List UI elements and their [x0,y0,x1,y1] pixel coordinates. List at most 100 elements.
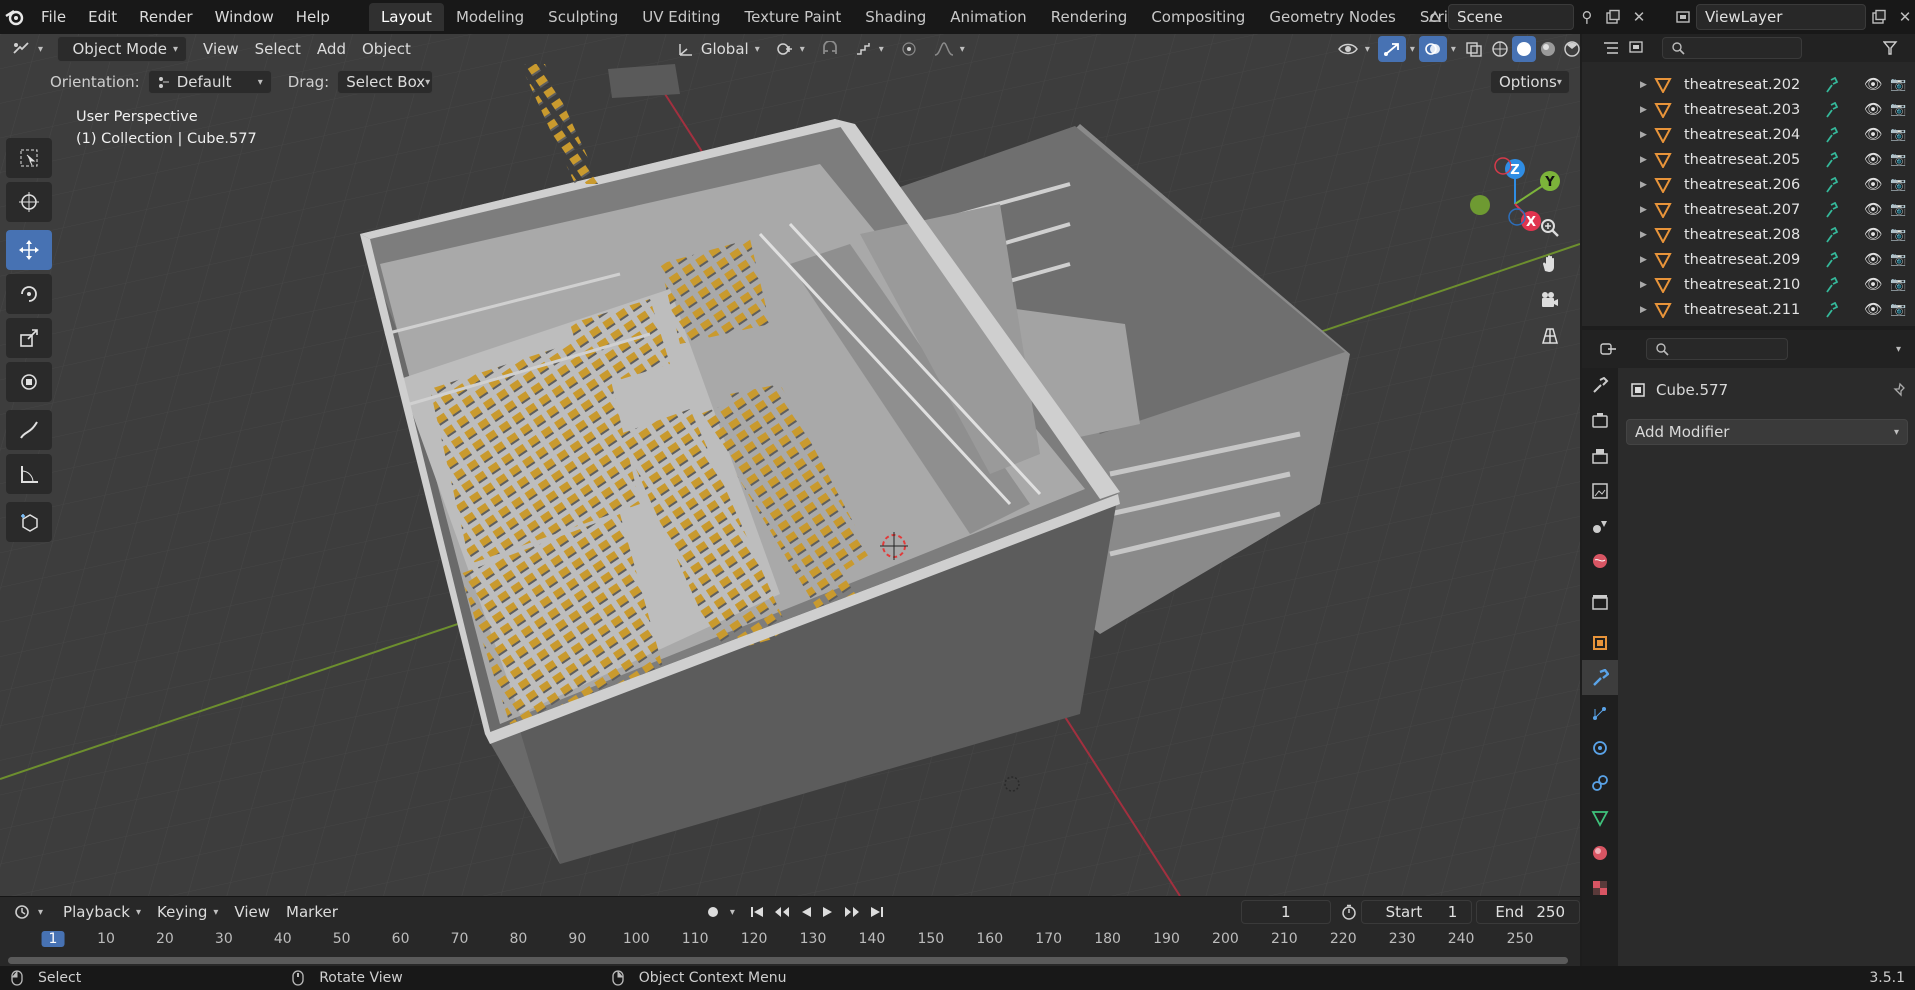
render-camera-icon[interactable]: 📷 [1890,227,1906,242]
expand-arrow-icon[interactable]: ▶ [1640,155,1654,165]
visibility-eye-icon[interactable]: 👁 [1864,126,1882,143]
timeline-scrollbar[interactable] [8,957,1568,964]
outliner-row[interactable]: ▶ theatreseat.205 👁 📷 [1582,147,1915,172]
view-layer-icon[interactable] [1670,4,1696,30]
tab-rendering[interactable]: Rendering [1039,3,1140,31]
blender-logo-icon[interactable] [0,0,30,34]
play-reverse-icon[interactable] [795,899,817,925]
visibility-eye-icon[interactable]: 👁 [1864,251,1882,268]
render-camera-icon[interactable]: 📷 [1890,252,1906,267]
pan-hand-icon[interactable] [1534,248,1566,280]
modifier-wrench-icon[interactable] [1824,251,1838,268]
next-keyframe-icon[interactable] [839,899,865,925]
visibility-eye-icon[interactable]: 👁 [1864,301,1882,318]
outliner-row[interactable]: ▶ theatreseat.206 👁 📷 [1582,172,1915,197]
expand-arrow-icon[interactable]: ▶ [1640,305,1654,315]
tab-constraints-icon[interactable] [1582,765,1618,800]
tab-layout[interactable]: Layout [368,3,444,31]
tab-scene-icon[interactable] [1582,508,1618,543]
zoom-icon[interactable] [1534,212,1566,244]
tab-render-icon[interactable] [1582,403,1618,438]
frame-ruler[interactable]: 1 10 20 30 40 50 60 70 80 90 100 110 120 130 140 150 160… [0,927,1580,953]
outliner-row[interactable]: ▶ theatreseat.204 👁 📷 [1582,122,1915,147]
modifier-wrench-icon[interactable] [1824,126,1838,143]
modifier-wrench-icon[interactable] [1824,151,1838,168]
render-camera-icon[interactable]: 📷 [1890,202,1906,217]
modifier-wrench-icon[interactable] [1824,301,1838,318]
tab-compositing[interactable]: Compositing [1139,3,1257,31]
visibility-eye-icon[interactable]: 👁 [1864,201,1882,218]
outliner-row[interactable]: ▶ theatreseat.208 👁 📷 [1582,222,1915,247]
modifier-wrench-icon[interactable] [1824,226,1838,243]
outliner-row[interactable]: ▶ theatreseat.203 👁 📷 [1582,97,1915,122]
modifier-wrench-icon[interactable] [1824,276,1838,293]
properties-object-name[interactable]: Cube.577 [1656,381,1728,399]
tab-material-icon[interactable] [1582,835,1618,870]
visibility-eye-icon[interactable]: 👁 [1864,276,1882,293]
keying-set-dropdown[interactable]: ▾ [728,899,737,925]
rendered-shading-icon[interactable] [1560,36,1584,62]
new-view-layer-icon[interactable] [1866,4,1892,30]
tab-physics-icon[interactable] [1582,730,1618,765]
timeline-scrollbar-thumb[interactable] [8,957,1568,964]
scale-tool[interactable] [6,318,52,358]
orientation-dropdown[interactable]: Default ▾ [147,70,272,94]
annotate-tool[interactable] [6,410,52,450]
select-box-tool[interactable] [6,138,52,178]
outliner-search-input[interactable] [1662,37,1802,59]
tab-sculpting[interactable]: Sculpting [536,3,630,31]
outliner-row[interactable]: ▶ theatreseat.211 👁 📷 [1582,297,1915,322]
snap-increment-dropdown[interactable]: ▾ [847,36,892,62]
properties-options-chevron-icon[interactable]: ▾ [1896,344,1901,355]
tab-object-icon[interactable] [1582,625,1618,660]
menu-add[interactable]: Add [309,36,354,62]
mode-dropdown[interactable]: Object Mode ▾ [57,36,188,62]
prev-keyframe-icon[interactable] [769,899,795,925]
snap-toggle-icon[interactable] [813,36,847,62]
jump-end-icon[interactable] [865,899,889,925]
menu-timeline-view[interactable]: View [226,899,278,925]
rotate-tool[interactable] [6,274,52,314]
properties-editor-type-icon[interactable] [1596,336,1622,362]
options-dropdown[interactable]: Options ▾ [1490,70,1570,94]
properties-search-input[interactable] [1646,338,1788,360]
menu-render[interactable]: Render [128,0,203,34]
move-tool[interactable] [6,230,52,270]
menu-keying[interactable]: Keying ▾ [149,899,226,925]
outliner-row[interactable]: ▶ theatreseat.202 👁 📷 [1582,72,1915,97]
display-mode-icon[interactable] [1624,35,1650,61]
modifier-wrench-icon[interactable] [1824,76,1838,93]
pivot-point-dropdown[interactable]: ▾ [768,36,813,62]
expand-arrow-icon[interactable]: ▶ [1640,80,1654,90]
new-scene-icon[interactable] [1600,4,1626,30]
jump-start-icon[interactable] [745,899,769,925]
transform-tool[interactable] [6,362,52,402]
scene-icon[interactable] [1422,4,1448,30]
record-button[interactable] [698,899,728,925]
menu-help[interactable]: Help [285,0,341,34]
3d-viewport[interactable]: User Perspective (1) Collection | Cube.5… [0,34,1580,896]
tab-output-icon[interactable] [1582,438,1618,473]
stopwatch-icon[interactable] [1337,899,1361,925]
timeline-editor-type-icon[interactable]: ▾ [6,899,51,925]
add-cube-tool[interactable] [6,502,52,542]
delete-view-layer-icon[interactable]: ✕ [1892,4,1915,30]
render-camera-icon[interactable]: 📷 [1890,152,1906,167]
expand-arrow-icon[interactable]: ▶ [1640,255,1654,265]
play-icon[interactable] [817,899,839,925]
visibility-eye-icon[interactable]: 👁 [1864,176,1882,193]
visibility-eye-icon[interactable]: 👁 [1864,151,1882,168]
expand-arrow-icon[interactable]: ▶ [1640,280,1654,290]
scene-name-field[interactable]: Scene [1448,4,1574,30]
overlays-dropdown[interactable]: ▾ [1447,36,1460,62]
expand-arrow-icon[interactable]: ▶ [1640,205,1654,215]
tab-world-icon[interactable] [1582,543,1618,578]
tab-tool-icon[interactable] [1582,368,1618,403]
menu-playback[interactable]: Playback ▾ [55,899,149,925]
tab-modeling[interactable]: Modeling [444,3,536,31]
tab-view-layer-icon[interactable] [1582,473,1618,508]
menu-view[interactable]: View [195,36,247,62]
drag-dropdown[interactable]: Select Box ▾ [337,70,434,94]
tab-texture-paint[interactable]: Texture Paint [732,3,853,31]
modifier-wrench-icon[interactable] [1824,176,1838,193]
